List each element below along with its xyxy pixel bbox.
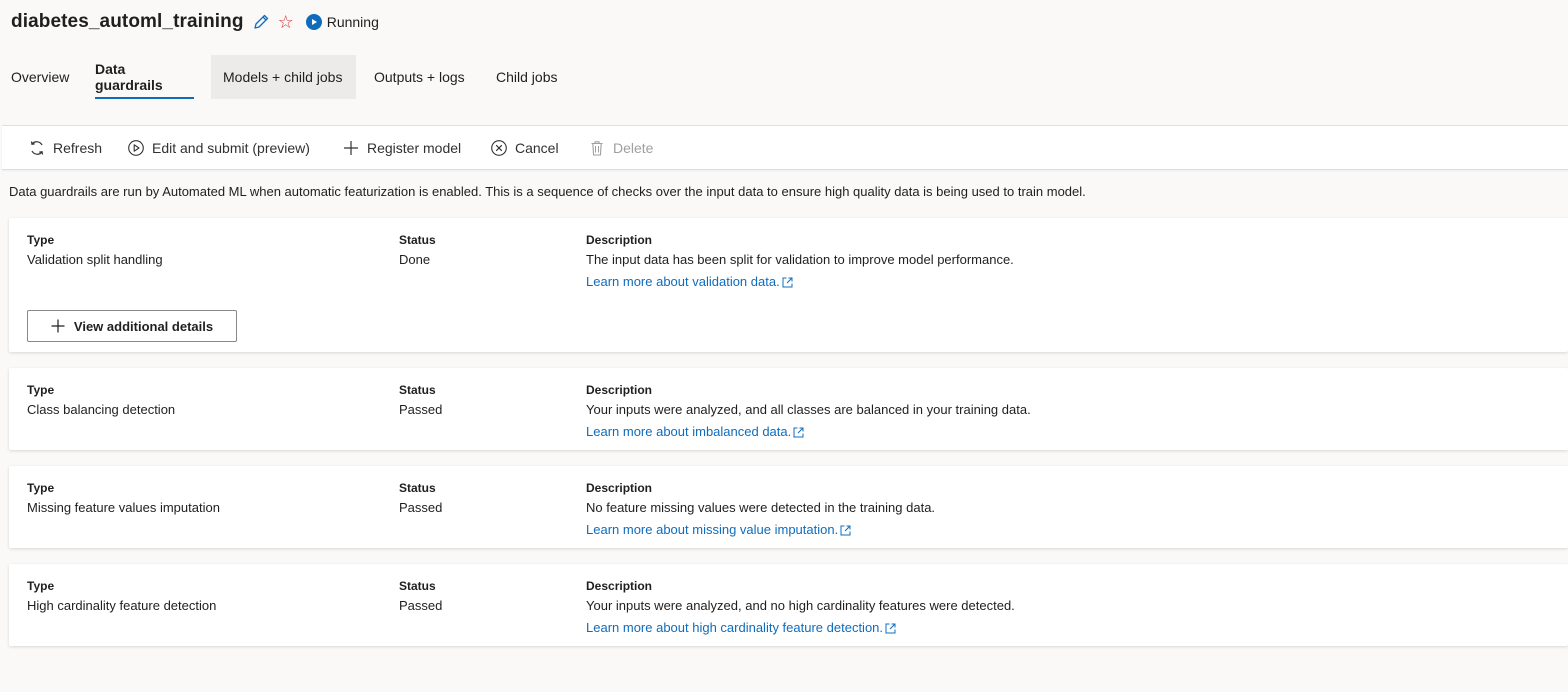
type-header: Type — [27, 383, 55, 397]
guardrail-type: Validation split handling — [27, 252, 163, 267]
job-status-label: Running — [326, 14, 379, 30]
learn-more-link-text: Learn more about imbalanced data. — [586, 424, 792, 439]
type-header: Type — [27, 481, 55, 495]
view-additional-details-button[interactable]: View additional details — [27, 310, 237, 342]
status-header: Status — [399, 481, 436, 495]
guardrail-type: Class balancing detection — [27, 402, 176, 417]
delete-button[interactable]: Delete — [588, 126, 653, 169]
tab-outputs-logs-label: Outputs + logs — [374, 69, 465, 85]
cancel-button[interactable]: Cancel — [490, 126, 559, 169]
view-additional-details-label: View additional details — [73, 318, 214, 334]
command-bar: Refresh Edit and submit (preview) Regist… — [2, 125, 1568, 170]
status-header: Status — [399, 383, 436, 397]
learn-more-link-text: Learn more about validation data. — [586, 274, 780, 289]
learn-more-link-text: Learn more about high cardinality featur… — [586, 620, 884, 635]
tab-overview[interactable]: Overview — [11, 55, 71, 99]
running-status-icon — [305, 14, 322, 30]
guardrail-description: No feature missing values were detected … — [586, 500, 936, 515]
plus-icon — [51, 319, 65, 333]
description-header: Description — [586, 481, 653, 495]
description-column: Description Your inputs were analyzed, a… — [586, 382, 1031, 440]
learn-more-link[interactable]: Learn more about missing value imputatio… — [586, 522, 851, 538]
guardrail-status: Passed — [399, 500, 443, 515]
delete-label: Delete — [613, 139, 654, 156]
register-model-label: Register model — [367, 139, 462, 156]
learn-more-link[interactable]: Learn more about imbalanced data. — [586, 424, 804, 440]
tab-data-guardrails[interactable]: Data guardrails — [95, 55, 194, 99]
guardrail-card: Type High cardinality feature detection … — [9, 564, 1568, 646]
type-header: Type — [27, 579, 55, 593]
type-header: Type — [27, 233, 55, 247]
learn-more-link[interactable]: Learn more about high cardinality featur… — [586, 620, 896, 636]
description-header: Description — [586, 233, 653, 247]
play-circle-icon — [127, 139, 145, 157]
type-column: Type Class balancing detection — [27, 382, 175, 418]
description-column: Description No feature missing values we… — [586, 480, 935, 538]
description-header: Description — [586, 579, 653, 593]
guardrails-intro-text: Data guardrails are run by Automated ML … — [9, 184, 1086, 199]
plus-icon — [342, 139, 360, 157]
description-header: Description — [586, 383, 653, 397]
tab-overview-label: Overview — [11, 69, 70, 85]
register-model-button[interactable]: Register model — [342, 126, 461, 169]
tab-data-guardrails-label: Data guardrails — [95, 61, 163, 93]
guardrail-type: High cardinality feature detection — [27, 598, 217, 613]
edit-submit-button[interactable]: Edit and submit (preview) — [127, 126, 310, 169]
description-column: Description Your inputs were analyzed, a… — [586, 578, 1015, 636]
guardrail-status: Passed — [399, 402, 443, 417]
tab-outputs-logs[interactable]: Outputs + logs — [374, 55, 474, 99]
pencil-edit-icon[interactable] — [252, 13, 270, 31]
learn-more-link-text: Learn more about missing value imputatio… — [586, 522, 839, 537]
job-title: diabetes_automl_training — [11, 11, 244, 32]
status-header: Status — [399, 579, 436, 593]
type-column: Type Missing feature values imputation — [27, 480, 220, 516]
status-column: Status Done — [399, 232, 436, 268]
status-column: Status Passed — [399, 578, 442, 614]
learn-more-link[interactable]: Learn more about validation data. — [586, 274, 793, 290]
external-link-icon — [840, 525, 851, 536]
guardrail-type: Missing feature values imputation — [27, 500, 220, 515]
page-header: diabetes_automl_training ☆ Running — [11, 8, 379, 36]
description-column: Description The input data has been spli… — [586, 232, 1014, 290]
trash-icon — [588, 139, 606, 157]
job-status: Running — [305, 14, 379, 30]
tab-models-child-jobs[interactable]: Models + child jobs — [211, 55, 356, 99]
refresh-label: Refresh — [53, 139, 103, 156]
guardrail-card: Type Class balancing detection Status Pa… — [9, 368, 1568, 450]
status-column: Status Passed — [399, 382, 442, 418]
external-link-icon — [885, 623, 896, 634]
favorite-star-icon[interactable]: ☆ — [278, 13, 294, 31]
status-column: Status Passed — [399, 480, 442, 516]
guardrail-status: Passed — [399, 598, 443, 613]
edit-submit-label: Edit and submit (preview) — [152, 139, 310, 156]
tab-child-jobs-label: Child jobs — [496, 69, 558, 85]
guardrail-status: Done — [399, 252, 431, 267]
guardrail-card: Type Validation split handling Status Do… — [9, 218, 1568, 352]
tab-models-child-jobs-label: Models + child jobs — [223, 69, 343, 85]
cancel-circle-icon — [490, 139, 508, 157]
refresh-icon — [28, 139, 46, 157]
cancel-label: Cancel — [515, 139, 559, 156]
tab-child-jobs[interactable]: Child jobs — [496, 55, 566, 99]
guardrail-description: Your inputs were analyzed, and all class… — [586, 402, 1031, 417]
type-column: Type High cardinality feature detection — [27, 578, 216, 614]
refresh-button[interactable]: Refresh — [28, 126, 102, 169]
external-link-icon — [793, 427, 804, 438]
guardrail-card: Type Missing feature values imputation S… — [9, 466, 1568, 548]
type-column: Type Validation split handling — [27, 232, 163, 268]
external-link-icon — [782, 277, 793, 288]
guardrail-description: The input data has been split for valida… — [586, 252, 1014, 267]
guardrail-description: Your inputs were analyzed, and no high c… — [586, 598, 1015, 613]
status-header: Status — [399, 233, 436, 247]
